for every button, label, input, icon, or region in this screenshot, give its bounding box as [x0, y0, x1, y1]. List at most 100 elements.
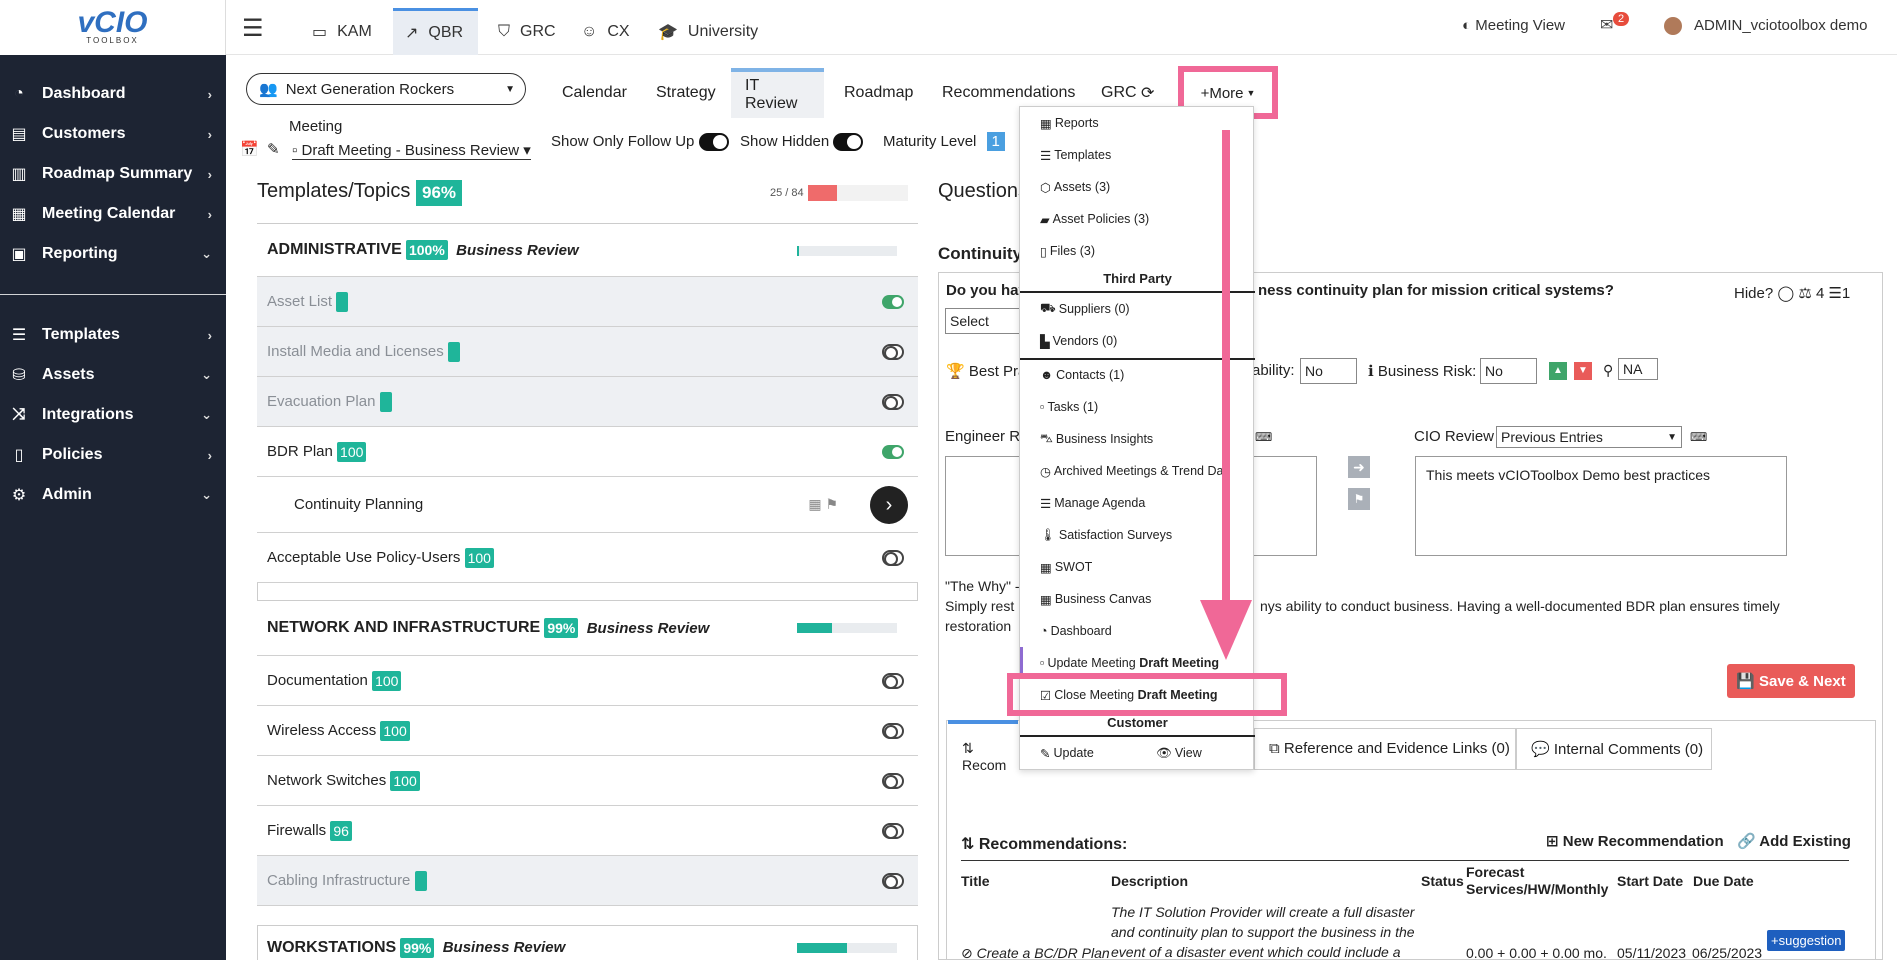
- customer-select[interactable]: 👥 Next Generation Rockers ▼: [246, 73, 526, 105]
- sidebar-item-templates[interactable]: ☰ Templates ›: [0, 317, 226, 353]
- list-icon: ☰: [1040, 496, 1052, 511]
- tab-internal-comments[interactable]: 💬 Internal Comments (0): [1516, 728, 1712, 770]
- topic-cabling[interactable]: Cabling Infrastructure: [257, 856, 918, 906]
- subtab-strategy[interactable]: Strategy: [642, 68, 730, 118]
- menu-item-satisfaction-surveys[interactable]: 🌡 Satisfaction Surveys: [1040, 525, 1172, 545]
- menu-item-asset-policies[interactable]: ▰ Asset Policies (3): [1040, 209, 1149, 229]
- tab-recommendations[interactable]: ⇅ Recom: [948, 720, 1018, 773]
- menu-item-customer-update[interactable]: ✎ Update: [1040, 743, 1094, 763]
- tab-university[interactable]: 🎓 University: [658, 8, 758, 55]
- suggestion-button[interactable]: +suggestion: [1767, 930, 1846, 951]
- topic-wireless-access[interactable]: Wireless Access 100: [257, 706, 918, 756]
- topic-toggle[interactable]: [882, 722, 904, 739]
- show-hidden-control[interactable]: Show Hidden: [740, 133, 864, 152]
- menu-item-assets[interactable]: ⬡ Assets (3): [1040, 177, 1110, 197]
- more-button[interactable]: +More ▼: [1190, 76, 1266, 110]
- meeting-select[interactable]: ▫ Draft Meeting - Business Review ▾: [292, 141, 531, 160]
- paperclip-icon[interactable]: ⚲: [1603, 362, 1613, 379]
- menu-item-business-insights[interactable]: ⛍ Business Insights: [1040, 429, 1153, 449]
- arrow-up-button[interactable]: ▲: [1549, 362, 1567, 380]
- sidebar-item-meeting-calendar[interactable]: ▦ Meeting Calendar ›: [0, 196, 226, 232]
- topic-firewalls[interactable]: Firewalls 96: [257, 806, 918, 856]
- menu-item-templates[interactable]: ☰ Templates: [1040, 145, 1111, 165]
- tab-grc[interactable]: ⛉ GRC: [498, 8, 556, 55]
- arrow-down-button[interactable]: ▼: [1574, 362, 1592, 380]
- menu-item-business-canvas[interactable]: ▦ Business Canvas: [1040, 589, 1151, 609]
- next-arrow-button[interactable]: ›: [870, 486, 908, 524]
- menu-item-tasks[interactable]: ▫ Tasks (1): [1040, 397, 1098, 417]
- topic-toggle[interactable]: [882, 549, 904, 566]
- mail-icon[interactable]: ✉: [1600, 15, 1613, 35]
- menu-item-suppliers[interactable]: ⛟ Suppliers (0): [1040, 299, 1130, 319]
- avatar[interactable]: [1664, 17, 1682, 35]
- new-recommendation-button[interactable]: ⊞ New Recommendation: [1546, 832, 1724, 850]
- topic-continuity-planning[interactable]: Continuity Planning ▦ ⚑ ›: [257, 477, 918, 533]
- section-administrative[interactable]: ADMINISTRATIVE 100% Business Review: [257, 224, 918, 277]
- follow-up-control[interactable]: Show Only Follow Up: [551, 133, 729, 152]
- save-next-button[interactable]: 💾 Save & Next: [1727, 664, 1855, 698]
- sidebar-item-customers[interactable]: ▤ Customers ›: [0, 116, 226, 152]
- section-workstations[interactable]: WORKSTATIONS 99% Business Review: [257, 935, 918, 960]
- cio-review-select[interactable]: Previous Entries ▼: [1496, 426, 1682, 448]
- sidebar-item-admin[interactable]: ⚙ Admin ⌄: [0, 477, 226, 513]
- sidebar-item-dashboard[interactable]: ◔ Dashboard ›: [0, 76, 226, 112]
- menu-item-reports[interactable]: ▦ Reports: [1040, 113, 1099, 133]
- tab-reference-links[interactable]: ⧉ Reference and Evidence Links (0): [1254, 728, 1516, 770]
- hamburger-menu-icon[interactable]: ☰: [242, 14, 264, 43]
- maturity-value[interactable]: 1: [986, 132, 1005, 151]
- topic-install-media[interactable]: Install Media and Licenses: [257, 327, 918, 377]
- topic-toggle[interactable]: [882, 294, 904, 309]
- topic-toggle[interactable]: [882, 672, 904, 689]
- add-existing-button[interactable]: 🔗 Add Existing: [1737, 832, 1851, 850]
- topic-acceptable-use[interactable]: Acceptable Use Policy-Users 100: [257, 533, 918, 583]
- tab-qbr[interactable]: ↗ QBR: [393, 8, 478, 55]
- menu-item-customer-view[interactable]: 👁 View: [1156, 743, 1202, 763]
- sidebar-item-assets[interactable]: ⛁ Assets ⌄: [0, 357, 226, 393]
- hide-control[interactable]: Hide? ◯ ⚖ 4 ☰1: [1734, 284, 1850, 302]
- topic-evacuation-plan[interactable]: Evacuation Plan: [257, 377, 918, 427]
- topic-toggle[interactable]: [882, 822, 904, 839]
- tab-cx[interactable]: ☺ CX: [581, 8, 630, 55]
- topic-toggle[interactable]: [882, 444, 904, 459]
- topic-documentation[interactable]: Documentation 100: [257, 656, 918, 706]
- menu-item-swot[interactable]: ▦ SWOT: [1040, 557, 1092, 577]
- topic-bdr-plan[interactable]: BDR Plan 100: [257, 427, 918, 477]
- topic-toggle[interactable]: [882, 872, 904, 889]
- sidebar-item-integrations[interactable]: ⤨ Integrations ⌄: [0, 397, 226, 433]
- ability-select[interactable]: No: [1300, 358, 1357, 384]
- sidebar-item-policies[interactable]: ▯ Policies ›: [0, 437, 226, 473]
- follow-up-toggle[interactable]: [698, 133, 729, 152]
- tab-kam[interactable]: ▭ KAM: [312, 8, 372, 55]
- grid-icon[interactable]: ▦ ⚑: [808, 496, 838, 513]
- menu-item-files[interactable]: ▯ Files (3): [1040, 241, 1095, 261]
- brand-logo[interactable]: vCIO TOOLBOX: [0, 0, 226, 55]
- risk-select[interactable]: No: [1480, 358, 1537, 384]
- copy-arrow-button[interactable]: ➜: [1348, 456, 1370, 478]
- topic-network-switches[interactable]: Network Switches 100: [257, 756, 918, 806]
- edit-icon[interactable]: ✎: [267, 140, 280, 158]
- show-hidden-toggle[interactable]: [833, 133, 864, 152]
- subtab-calendar[interactable]: Calendar: [548, 68, 641, 118]
- flag-button[interactable]: ⚑: [1348, 488, 1370, 510]
- topic-toggle[interactable]: [882, 343, 904, 360]
- topic-toggle[interactable]: [882, 772, 904, 789]
- topic-asset-list[interactable]: Asset List: [257, 277, 918, 327]
- section-network[interactable]: NETWORK AND INFRASTRUCTURE 99% Business …: [257, 601, 918, 656]
- menu-item-contacts[interactable]: ☻ Contacts (1): [1040, 365, 1124, 385]
- menu-item-vendors[interactable]: ▙ Vendors (0): [1040, 331, 1117, 351]
- cio-review-textarea[interactable]: This meets vCIOToolbox Demo best practic…: [1415, 456, 1787, 556]
- sidebar-item-roadmap-summary[interactable]: ▥ Roadmap Summary ›: [0, 156, 226, 192]
- calendar-add-icon[interactable]: 📅: [240, 140, 259, 158]
- answer-select[interactable]: Select: [945, 308, 1020, 334]
- rec-title[interactable]: ⊘ Create a BC/DR Plan: [961, 945, 1110, 960]
- subtab-it-review[interactable]: IT Review: [731, 68, 824, 118]
- na-select[interactable]: NA: [1618, 358, 1658, 380]
- menu-item-dashboard[interactable]: ◔ Dashboard: [1040, 621, 1112, 641]
- menu-item-manage-agenda[interactable]: ☰ Manage Agenda: [1040, 493, 1145, 513]
- keyboard-icon[interactable]: ⌨: [1690, 430, 1707, 444]
- meeting-view-toggle[interactable]: ◐ Meeting View: [1462, 17, 1565, 34]
- sidebar-item-reporting[interactable]: ▣ Reporting ⌄: [0, 236, 226, 272]
- topic-toggle[interactable]: [882, 393, 904, 410]
- user-name[interactable]: ADMIN_vciotoolbox demo: [1694, 17, 1867, 34]
- subtab-roadmap[interactable]: Roadmap: [830, 68, 927, 118]
